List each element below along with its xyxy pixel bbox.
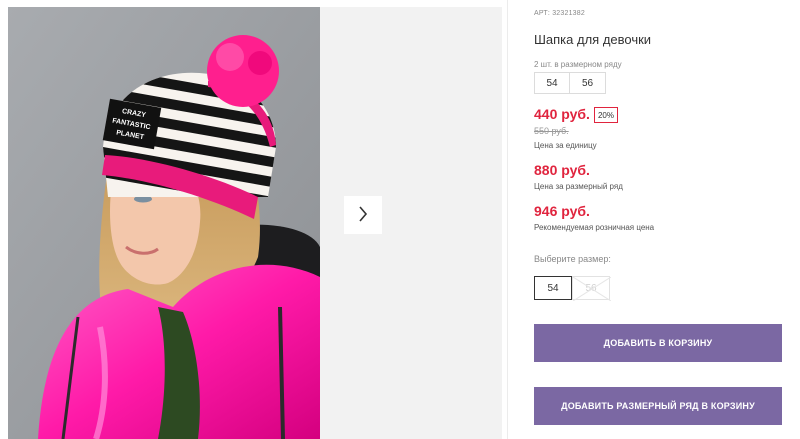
article-number: АРТ: 32321382 bbox=[534, 10, 585, 17]
next-image-button[interactable] bbox=[344, 196, 382, 234]
size-range-item: 56 bbox=[570, 72, 606, 94]
divider bbox=[507, 0, 508, 439]
add-to-cart-button[interactable]: ДОБАВИТЬ В КОРЗИНУ bbox=[534, 324, 782, 362]
product-photo: CRAZY FANTASTIC PLANET bbox=[8, 7, 320, 439]
article-label: АРТ: bbox=[534, 10, 551, 17]
discount-badge: 20% bbox=[594, 107, 618, 123]
old-price: 550 руб. bbox=[534, 126, 569, 136]
size-range-list: 54 56 bbox=[534, 72, 606, 94]
size-range-label: 2 шт. в размерном ряду bbox=[534, 60, 622, 69]
retail-price: 946 руб. bbox=[534, 203, 590, 219]
unit-price: 440 руб. bbox=[534, 106, 590, 122]
size-option-54[interactable]: 54 bbox=[534, 276, 572, 300]
product-title: Шапка для девочки bbox=[534, 32, 652, 47]
range-price-caption: Цена за размерный ряд bbox=[534, 182, 623, 191]
article-value: 32321382 bbox=[552, 10, 585, 17]
size-selector: 54 56 bbox=[534, 276, 611, 301]
chevron-right-icon bbox=[358, 205, 368, 225]
add-range-to-cart-button[interactable]: ДОБАВИТЬ РАЗМЕРНЫЙ РЯД В КОРЗИНУ bbox=[534, 387, 782, 425]
size-option-56: 56 bbox=[572, 276, 611, 301]
choose-size-label: Выберите размер: bbox=[534, 254, 611, 264]
size-range-item: 54 bbox=[534, 72, 570, 94]
product-gallery: CRAZY FANTASTIC PLANET bbox=[8, 7, 502, 439]
retail-price-caption: Рекомендуемая розничная цена bbox=[534, 223, 655, 232]
unit-price-caption: Цена за единицу bbox=[534, 141, 597, 150]
range-price: 880 руб. bbox=[534, 162, 590, 178]
